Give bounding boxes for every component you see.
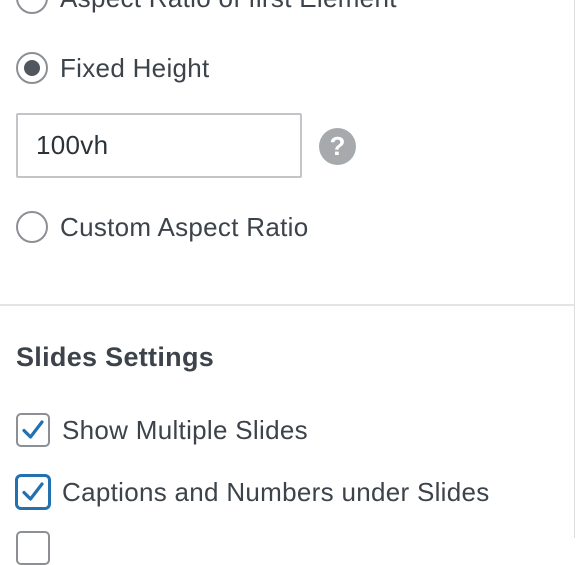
checkbox-label: Show Multiple Slides — [62, 414, 308, 445]
radio-label: Aspect Ratio of first Element — [60, 0, 397, 14]
section-title-slides-settings: Slides Settings — [16, 342, 215, 372]
radio-selected-dot — [24, 60, 40, 76]
checkmark-icon — [22, 420, 44, 439]
radio-aspect-ratio-first-element[interactable]: Aspect Ratio of first Element — [16, 0, 397, 14]
checkmark-icon — [22, 482, 44, 501]
radio-label: Fixed Height — [60, 52, 210, 83]
radio-button[interactable] — [16, 211, 48, 243]
radio-label: Custom Aspect Ratio — [60, 211, 309, 242]
radio-custom-aspect-ratio[interactable]: Custom Aspect Ratio — [16, 211, 308, 243]
fixed-height-input[interactable]: 100vh — [16, 113, 302, 178]
checkbox-label: Captions and Numbers under Slides — [62, 476, 490, 507]
help-icon[interactable]: ? — [319, 128, 356, 165]
checkbox-focused[interactable] — [16, 475, 50, 509]
section-divider — [0, 304, 575, 306]
checkbox-partial[interactable] — [16, 531, 50, 565]
checkbox-show-multiple-slides[interactable]: Show Multiple Slides — [16, 413, 308, 447]
checkbox[interactable] — [16, 413, 50, 447]
radio-button[interactable] — [16, 0, 48, 14]
checkbox-captions-and-numbers[interactable]: Captions and Numbers under Slides — [16, 475, 490, 509]
radio-button-selected[interactable] — [16, 52, 48, 84]
settings-panel: Aspect Ratio of first Element Fixed Heig… — [0, 0, 575, 565]
radio-fixed-height[interactable]: Fixed Height — [16, 52, 210, 84]
